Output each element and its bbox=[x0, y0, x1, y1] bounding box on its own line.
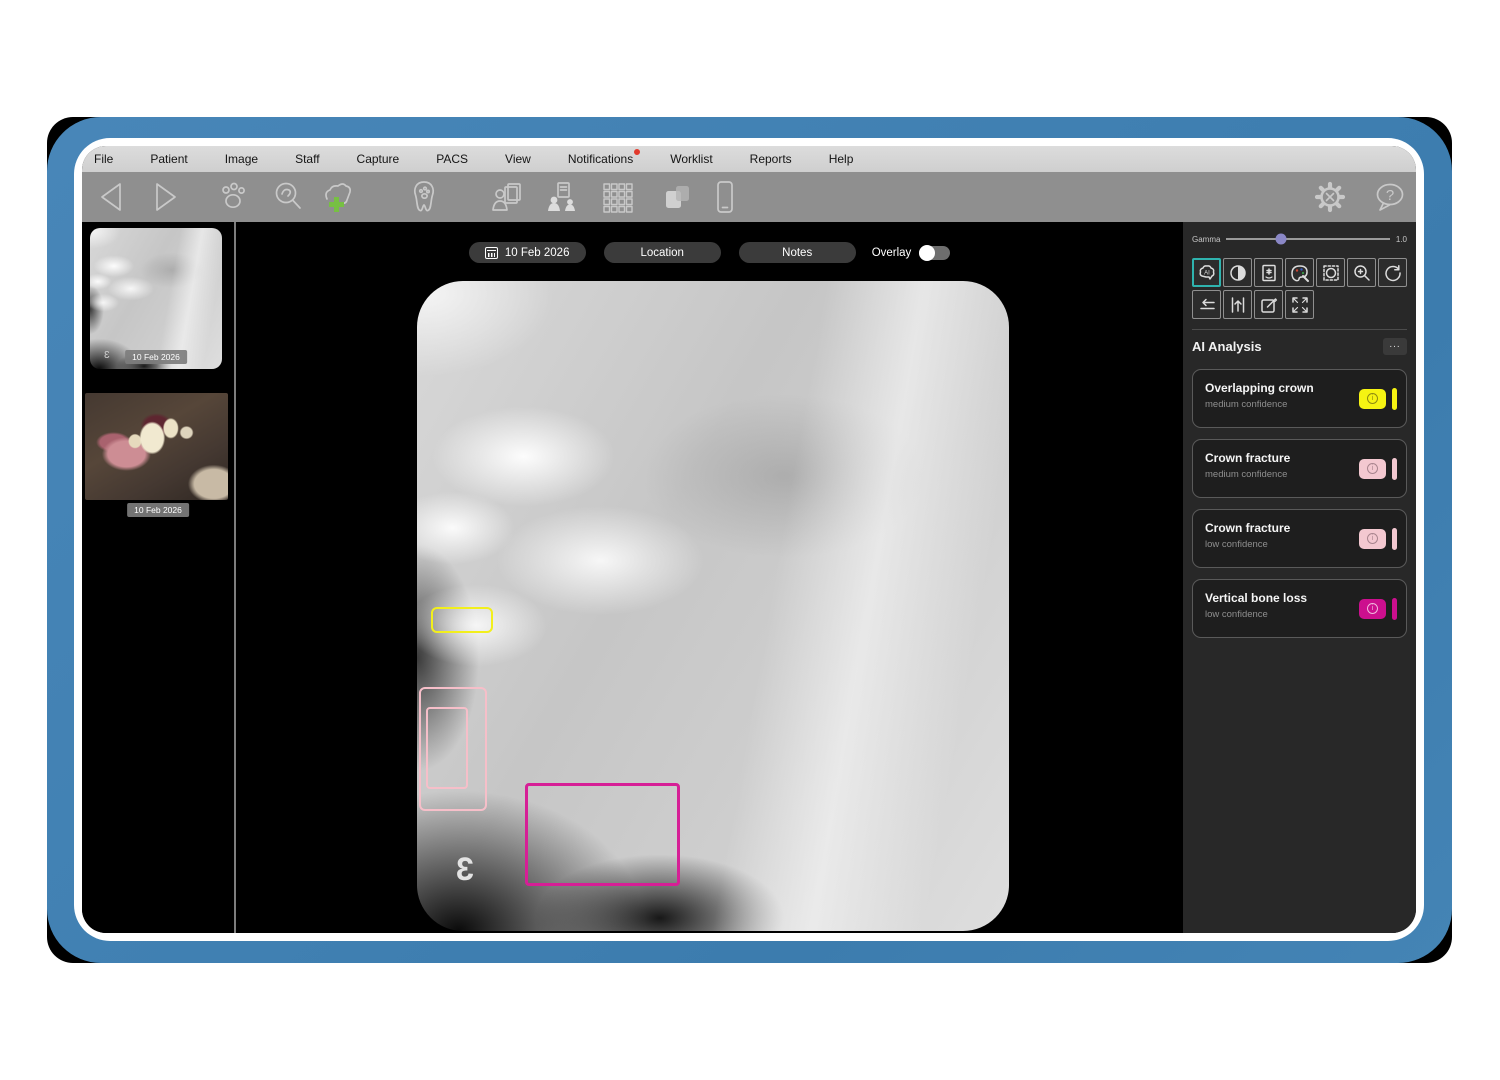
compare-images-icon[interactable] bbox=[655, 175, 699, 219]
xray-thumbnail[interactable]: 3 10 Feb 2026 bbox=[90, 228, 222, 369]
annotate-edit-tool-button[interactable] bbox=[1254, 290, 1283, 319]
calendar-icon bbox=[485, 247, 498, 259]
info-icon bbox=[1367, 603, 1378, 614]
contrast-tool-button[interactable] bbox=[1223, 258, 1252, 287]
finding-color-bar bbox=[1392, 528, 1397, 550]
annotation-vertical-bone-loss[interactable] bbox=[525, 783, 680, 886]
overlay-toggle-knob bbox=[919, 245, 935, 261]
flip-vertical-tool-button[interactable] bbox=[1223, 290, 1252, 319]
location-button-label: Location bbox=[640, 247, 683, 259]
thumbnail-date-badge: 10 Feb 2026 bbox=[127, 503, 189, 517]
film-marker: 3 bbox=[455, 851, 474, 888]
page: File Patient Image Staff Capture PACS Vi… bbox=[0, 0, 1500, 1080]
refresh-tool-button[interactable] bbox=[1378, 258, 1407, 287]
image-viewer: 10 Feb 2026 Location Notes Overlay bbox=[236, 222, 1183, 933]
menu-bar: File Patient Image Staff Capture PACS Vi… bbox=[82, 146, 1416, 172]
device-frame: File Patient Image Staff Capture PACS Vi… bbox=[47, 117, 1452, 963]
finding-card-crown-fracture-1[interactable]: Crown fracture medium confidence bbox=[1192, 439, 1407, 498]
svg-text:AI: AI bbox=[1204, 270, 1210, 276]
overlay-control: Overlay bbox=[872, 246, 951, 260]
fullscreen-expand-tool-button[interactable] bbox=[1285, 290, 1314, 319]
findings-list: Overlapping crown medium confidence Crow… bbox=[1192, 369, 1407, 638]
more-options-button[interactable]: ... bbox=[1383, 338, 1407, 355]
panel-divider bbox=[1192, 329, 1407, 330]
finding-color-bar bbox=[1392, 458, 1397, 480]
menu-pacs[interactable]: PACS bbox=[436, 152, 468, 166]
zoom-in-tool-button[interactable] bbox=[1347, 258, 1376, 287]
viewer-controls: 10 Feb 2026 Location Notes Overlay bbox=[236, 242, 1183, 263]
patient-records-icon[interactable] bbox=[486, 175, 530, 219]
location-button[interactable]: Location bbox=[604, 242, 721, 263]
date-button[interactable]: 10 Feb 2026 bbox=[469, 242, 586, 263]
ai-analysis-tool-button[interactable]: AI bbox=[1192, 258, 1221, 287]
tooth-chart-icon[interactable] bbox=[402, 175, 446, 219]
paw-icon[interactable] bbox=[211, 175, 255, 219]
overlay-toggle[interactable] bbox=[919, 246, 950, 260]
annotation-overlapping-crown[interactable] bbox=[431, 607, 493, 633]
layout-grid-icon[interactable] bbox=[595, 175, 639, 219]
info-icon bbox=[1367, 463, 1378, 474]
menu-reports[interactable]: Reports bbox=[750, 152, 792, 166]
gamma-slider-knob[interactable] bbox=[1275, 234, 1286, 245]
menu-notifications[interactable]: Notifications bbox=[568, 152, 633, 166]
menu-file[interactable]: File bbox=[94, 152, 113, 166]
frame-inner-border: File Patient Image Staff Capture PACS Vi… bbox=[74, 138, 1424, 941]
finding-color-bar bbox=[1392, 598, 1397, 620]
dental-xray-image[interactable]: 3 bbox=[417, 281, 1009, 931]
menu-image[interactable]: Image bbox=[225, 152, 258, 166]
gamma-value: 1.0 bbox=[1396, 235, 1407, 244]
settings-gear-icon[interactable] bbox=[1308, 175, 1352, 219]
radiograph-view-tool-button[interactable] bbox=[1254, 258, 1283, 287]
thumbnail-date-badge: 10 Feb 2026 bbox=[125, 350, 187, 364]
tool-row-2 bbox=[1192, 290, 1407, 319]
svg-text:?: ? bbox=[1386, 187, 1394, 204]
finding-info-badge[interactable] bbox=[1359, 389, 1386, 409]
finding-info-badge[interactable] bbox=[1359, 599, 1386, 619]
collapse-left-tool-button[interactable] bbox=[1192, 290, 1221, 319]
gamma-label: Gamma bbox=[1192, 235, 1220, 244]
notes-button-label: Notes bbox=[782, 247, 812, 259]
info-icon bbox=[1367, 533, 1378, 544]
app-window: File Patient Image Staff Capture PACS Vi… bbox=[82, 146, 1416, 933]
info-icon bbox=[1367, 393, 1378, 404]
annotation-crown-fracture-2[interactable] bbox=[426, 707, 468, 789]
finding-info-badge[interactable] bbox=[1359, 529, 1386, 549]
finding-card-vertical-bone-loss[interactable]: Vertical bone loss low confidence bbox=[1192, 579, 1407, 638]
toolbar: ? bbox=[82, 172, 1416, 222]
photo-thumbnail[interactable] bbox=[85, 393, 228, 500]
notes-button[interactable]: Notes bbox=[739, 242, 856, 263]
gamma-control: Gamma 1.0 bbox=[1192, 232, 1407, 246]
content-area: 3 10 Feb 2026 10 Feb 2026 10 Feb 2026 bbox=[82, 222, 1416, 933]
staff-worklist-icon[interactable] bbox=[541, 175, 585, 219]
nav-back-icon[interactable] bbox=[90, 175, 134, 219]
ai-analysis-header: AI Analysis ... bbox=[1192, 338, 1407, 355]
notification-dot bbox=[634, 149, 640, 155]
color-palette-tool-button[interactable] bbox=[1285, 258, 1314, 287]
ai-analysis-title: AI Analysis bbox=[1192, 339, 1262, 354]
film-marker-mini: 3 bbox=[104, 350, 110, 361]
search-patient-icon[interactable] bbox=[267, 175, 311, 219]
finding-card-crown-fracture-2[interactable]: Crown fracture low confidence bbox=[1192, 509, 1407, 568]
nav-forward-icon[interactable] bbox=[143, 175, 187, 219]
tool-row-1: AI bbox=[1192, 258, 1407, 287]
menu-staff[interactable]: Staff bbox=[295, 152, 319, 166]
finding-info-badge[interactable] bbox=[1359, 459, 1386, 479]
menu-view[interactable]: View bbox=[505, 152, 531, 166]
finding-color-bar bbox=[1392, 388, 1397, 410]
help-bubble-icon[interactable]: ? bbox=[1368, 175, 1412, 219]
menu-patient[interactable]: Patient bbox=[150, 152, 187, 166]
right-panel: Gamma 1.0 AI bbox=[1183, 222, 1416, 933]
gamma-slider[interactable] bbox=[1226, 238, 1389, 240]
thumbnail-sidebar: 3 10 Feb 2026 10 Feb 2026 bbox=[82, 222, 234, 933]
auto-detect-tool-button[interactable] bbox=[1316, 258, 1345, 287]
menu-worklist[interactable]: Worklist bbox=[670, 152, 712, 166]
add-patient-icon[interactable] bbox=[315, 175, 359, 219]
menu-capture[interactable]: Capture bbox=[357, 152, 400, 166]
date-button-label: 10 Feb 2026 bbox=[505, 247, 570, 259]
overlay-label: Overlay bbox=[872, 247, 912, 259]
mobile-device-icon[interactable] bbox=[703, 175, 747, 219]
finding-card-overlapping-crown[interactable]: Overlapping crown medium confidence bbox=[1192, 369, 1407, 428]
menu-help[interactable]: Help bbox=[829, 152, 854, 166]
